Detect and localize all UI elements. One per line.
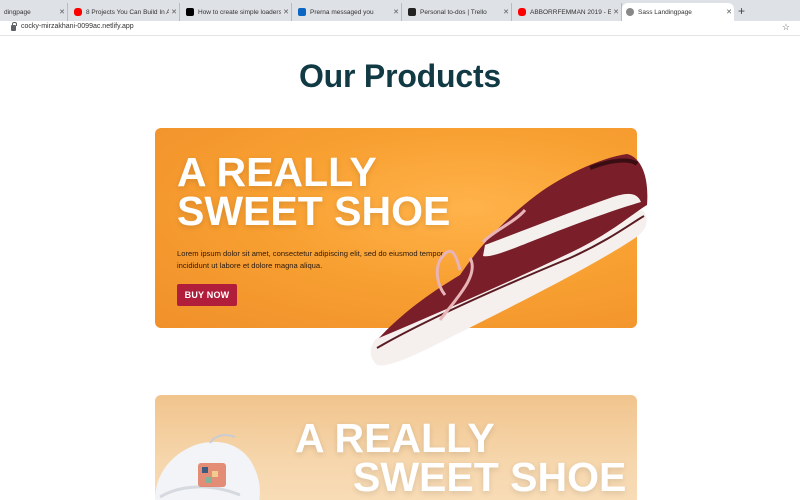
close-icon[interactable]: ✕ xyxy=(724,8,734,16)
close-icon[interactable]: ✕ xyxy=(281,8,291,16)
page-title: Our Products xyxy=(298,58,502,94)
browser-tab[interactable]: How to create simple loaders in ✕ xyxy=(182,3,292,21)
linkedin-icon xyxy=(298,8,306,16)
browser-tab-bar: dingpage ✕ 8 Projects You Can Build In A… xyxy=(0,0,800,21)
medium-icon xyxy=(186,8,194,16)
url-text[interactable]: cocky-mirzakhani-0099ac.netlify.app xyxy=(21,23,134,30)
tab-label: dingpage xyxy=(4,8,31,16)
close-icon[interactable]: ✕ xyxy=(391,8,401,16)
close-icon[interactable]: ✕ xyxy=(57,8,67,16)
globe-icon xyxy=(626,8,634,16)
tab-label: How to create simple loaders in xyxy=(198,8,281,16)
close-icon[interactable]: ✕ xyxy=(169,8,179,16)
youtube-icon xyxy=(74,8,82,16)
browser-tab[interactable]: Prerna messaged you ✕ xyxy=(294,3,402,21)
new-tab-icon[interactable]: + xyxy=(738,4,745,18)
buy-now-button[interactable]: BUY NOW xyxy=(177,284,237,306)
tab-label: Prerna messaged you xyxy=(310,8,374,16)
tab-label: Sass Landingpage xyxy=(638,8,692,16)
sneaker-image xyxy=(155,434,260,500)
tab-label: 8 Projects You Can Build In A W xyxy=(86,8,169,16)
browser-tab[interactable]: ABBORRFEMMAN 2019 - Episo ✕ xyxy=(514,3,622,21)
close-icon[interactable]: ✕ xyxy=(611,8,621,16)
tab-label: Personal to-dos | Trello xyxy=(420,8,487,16)
headline-line: SWEET SHOE xyxy=(353,453,627,500)
close-icon[interactable]: ✕ xyxy=(501,8,511,16)
trello-icon xyxy=(408,8,416,16)
lock-icon[interactable] xyxy=(11,22,17,31)
browser-tab[interactable]: dingpage ✕ xyxy=(0,3,68,21)
sneaker-image xyxy=(370,154,648,366)
browser-tab[interactable]: Personal to-dos | Trello ✕ xyxy=(404,3,512,21)
youtube-icon xyxy=(518,8,526,16)
product-headline: A REALLY SWEET SHOE xyxy=(295,418,627,500)
address-bar[interactable]: cocky-mirzakhani-0099ac.netlify.app ☆ xyxy=(0,21,800,36)
browser-tab[interactable]: 8 Projects You Can Build In A W ✕ xyxy=(70,3,180,21)
browser-tab-active[interactable]: Sass Landingpage ✕ xyxy=(622,3,734,21)
bookmark-star-icon[interactable]: ☆ xyxy=(782,22,790,33)
tab-label: ABBORRFEMMAN 2019 - Episo xyxy=(530,8,611,16)
